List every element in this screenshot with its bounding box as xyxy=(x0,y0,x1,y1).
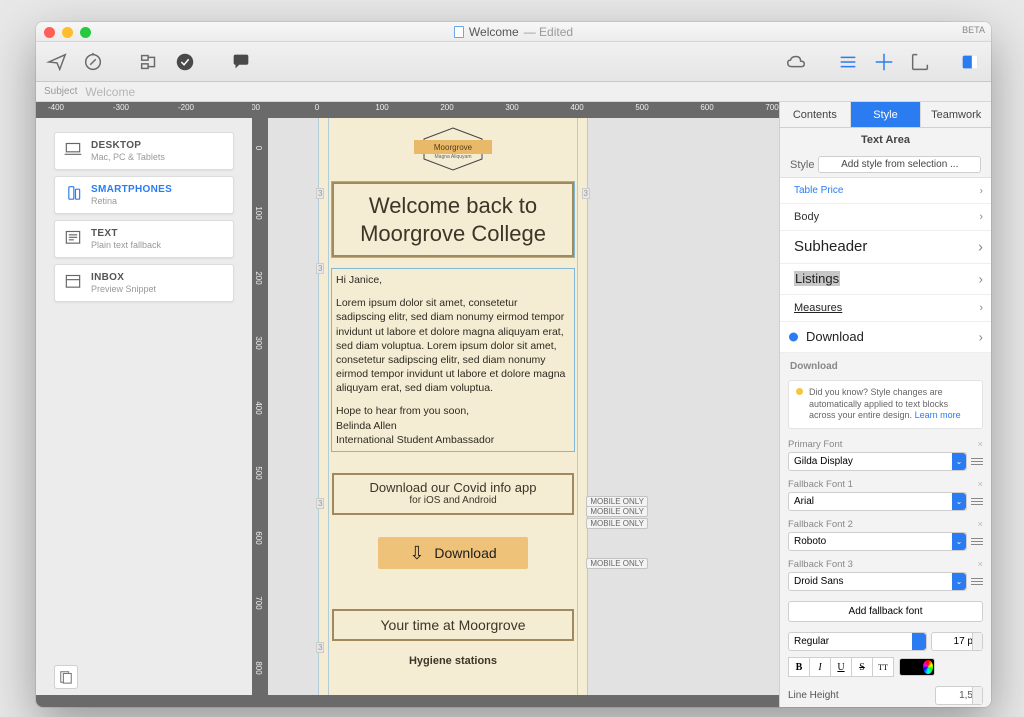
ruler-bottom xyxy=(252,695,779,707)
compass-icon[interactable] xyxy=(82,51,104,73)
hygiene-heading[interactable]: Hygiene stations xyxy=(332,655,574,667)
tab-style[interactable]: Style xyxy=(851,102,922,127)
minimize-window-button[interactable] xyxy=(62,27,73,38)
style-table-price[interactable]: Table Price› xyxy=(780,178,991,204)
font-weight-select[interactable]: Regular xyxy=(788,632,927,651)
subject-label: Subject xyxy=(44,86,77,97)
inbox-icon xyxy=(63,273,83,291)
download-section[interactable]: Download our Covid info app for iOS and … xyxy=(332,473,574,515)
style-label: Style xyxy=(790,159,814,171)
fallback-font-3-select[interactable]: Droid Sans⌄ xyxy=(788,572,967,591)
inspector-toggle-icon[interactable] xyxy=(959,51,981,73)
download-arrow-icon: ⇩ xyxy=(409,544,424,562)
device-desktop[interactable]: DESKTOP Mac, PC & Tablets xyxy=(54,132,234,170)
window-title: Welcome — Edited xyxy=(454,25,573,39)
check-icon[interactable] xyxy=(174,51,196,73)
format-buttons: B I U S TT xyxy=(780,657,991,683)
device-inbox[interactable]: INBOX Preview Snippet xyxy=(54,264,234,302)
panel-title: Text Area xyxy=(780,128,991,152)
text-color-swatch[interactable] xyxy=(899,658,935,676)
subject-row: Subject Welcome xyxy=(36,82,991,102)
primary-font-select[interactable]: Gilda Display⌄ xyxy=(788,452,967,471)
beta-tag: BETA xyxy=(962,25,985,35)
section-label: Download xyxy=(780,353,991,376)
remove-font-button[interactable]: × xyxy=(977,439,983,450)
doc-title: Welcome xyxy=(469,25,519,39)
logo-tagline: Magna Aliquyam xyxy=(418,154,488,160)
italic-button[interactable]: I xyxy=(809,657,831,677)
mobile-only-badge: MOBILE ONLY xyxy=(586,506,648,517)
laptop-icon xyxy=(63,141,83,159)
hero-heading[interactable]: Welcome back to Moorgrove College xyxy=(332,182,574,257)
device-smartphones[interactable]: SMARTPHONES Retina xyxy=(54,176,234,214)
primary-font-label: Primary Font xyxy=(788,439,842,450)
device-text[interactable]: TEXT Plain text fallback xyxy=(54,220,234,258)
mobile-only-badge: MOBILE ONLY xyxy=(586,558,648,569)
email-preview[interactable]: 3 3 3 3 3 3 Moorgrove Magna Aliquyam Wel… xyxy=(318,118,588,695)
device-list: DESKTOP Mac, PC & Tablets SMARTPHONES Re… xyxy=(54,132,234,302)
drag-handle-icon[interactable] xyxy=(971,458,983,465)
phone-icon xyxy=(63,185,83,203)
ruler-left: 0 100 200 300 400 500 600 700 800 xyxy=(252,118,268,695)
line-height-input[interactable]: 1,5x xyxy=(935,686,983,705)
close-window-button[interactable] xyxy=(44,27,55,38)
app-window: Welcome — Edited BETA Subject Welcome xyxy=(36,22,991,707)
tip-learn-more[interactable]: Learn more xyxy=(915,410,961,420)
inspector-panel: Contents Style Teamwork Text Area Style … xyxy=(779,102,991,707)
style-download[interactable]: Download› xyxy=(780,322,991,353)
measure-icon[interactable] xyxy=(909,51,931,73)
send-test-icon[interactable] xyxy=(46,51,68,73)
bold-button[interactable]: B xyxy=(788,657,810,677)
left-column: -400 -300 -200 DESKTOP Mac, PC & Tablets… xyxy=(36,102,252,707)
mobile-only-badge: MOBILE ONLY xyxy=(586,518,648,529)
canvas: -100 0 100 200 300 400 500 600 700 0 100… xyxy=(252,102,779,707)
ruler-top: -100 0 100 200 300 400 500 600 700 xyxy=(252,102,779,118)
tab-contents[interactable]: Contents xyxy=(780,102,851,127)
style-subheader[interactable]: Subheader› xyxy=(780,231,991,264)
toolbar xyxy=(36,42,991,82)
inspector-body[interactable]: Text Area Style Add style from selection… xyxy=(780,128,991,707)
logo: Moorgrove Magna Aliquyam xyxy=(418,126,488,172)
text-icon xyxy=(63,229,83,247)
style-listings[interactable]: Listings› xyxy=(780,264,991,295)
fallback-font-2-select[interactable]: Roboto⌄ xyxy=(788,532,967,551)
add-fallback-button[interactable]: Add fallback font xyxy=(788,601,983,622)
alignment-guides-icon[interactable] xyxy=(837,51,859,73)
smallcaps-button[interactable]: TT xyxy=(872,657,894,677)
time-section[interactable]: Your time at Moorgrove xyxy=(332,609,574,641)
grid-icon[interactable] xyxy=(873,51,895,73)
style-select[interactable]: Add style from selection ... xyxy=(818,156,981,173)
titlebar: Welcome — Edited BETA xyxy=(36,22,991,42)
style-measures[interactable]: Measures› xyxy=(780,295,991,322)
canvas-viewport[interactable]: 3 3 3 3 3 3 Moorgrove Magna Aliquyam Wel… xyxy=(268,118,779,695)
document-icon xyxy=(454,26,464,38)
style-body[interactable]: Body› xyxy=(780,204,991,231)
inspector-tabs: Contents Style Teamwork xyxy=(780,102,991,128)
page-setup-button[interactable] xyxy=(54,665,78,689)
ruler-bottom-left xyxy=(36,695,252,707)
underline-button[interactable]: U xyxy=(830,657,852,677)
font-size-input[interactable]: 17 px xyxy=(931,632,983,651)
structure-icon[interactable] xyxy=(138,51,160,73)
cloud-icon[interactable] xyxy=(785,51,807,73)
style-list: Table Price› Body› Subheader› Listings› … xyxy=(780,177,991,353)
subject-value[interactable]: Welcome xyxy=(85,85,135,99)
logo-name: Moorgrove xyxy=(414,140,492,154)
ruler-top-left: -400 -300 -200 xyxy=(36,102,252,118)
comments-icon[interactable] xyxy=(230,51,252,73)
doc-edited: — Edited xyxy=(524,25,573,39)
fallback-font-1-select[interactable]: Arial⌄ xyxy=(788,492,967,511)
download-button[interactable]: ⇩ Download xyxy=(378,537,528,569)
tip-box: Did you know? Style changes are automati… xyxy=(788,380,983,429)
strike-button[interactable]: S xyxy=(851,657,873,677)
tab-teamwork[interactable]: Teamwork xyxy=(921,102,991,127)
zoom-window-button[interactable] xyxy=(80,27,91,38)
letter-body[interactable]: Hi Janice, Lorem ipsum dolor sit amet, c… xyxy=(332,269,574,451)
traffic-lights xyxy=(44,27,91,38)
